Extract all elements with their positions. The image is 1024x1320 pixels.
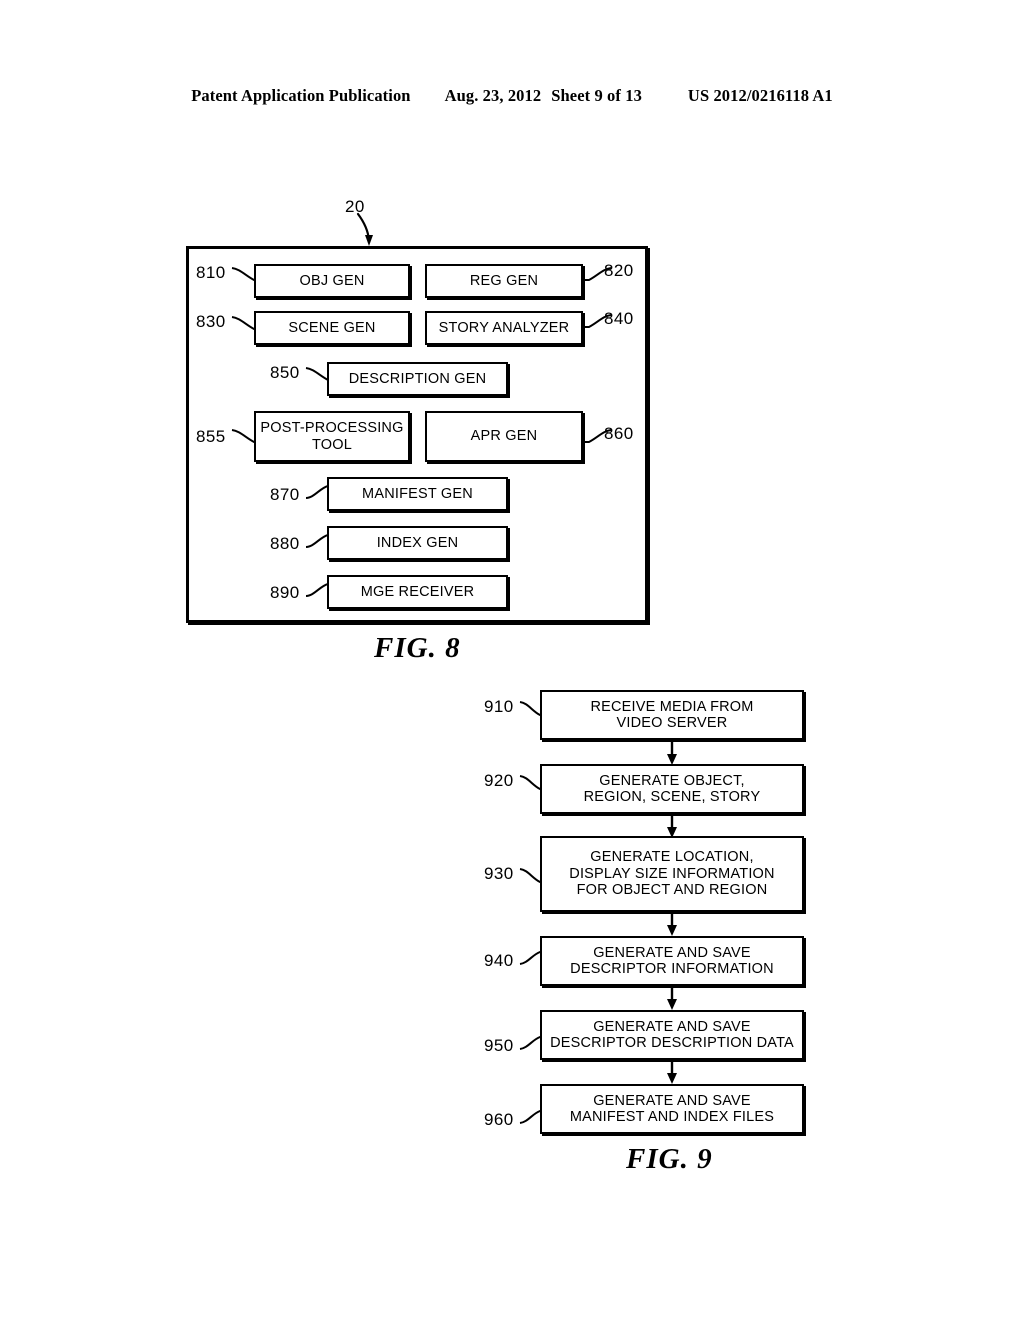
node-step-910-label: RECEIVE MEDIA FROM VIDEO SERVER [590,699,753,732]
figure-9: 910 RECEIVE MEDIA FROM VIDEO SERVER 920 … [0,0,1024,1320]
node-step-950-line1: GENERATE AND SAVE [593,1018,751,1035]
node-step-960-label: GENERATE AND SAVE MANIFEST AND INDEX FIL… [570,1093,774,1126]
ref-920: 920 [484,771,514,790]
node-step-960[interactable]: GENERATE AND SAVE MANIFEST AND INDEX FIL… [540,1084,804,1134]
arrow-920-to-930 [665,814,679,838]
node-step-950-line2: DESCRIPTOR DESCRIPTION DATA [550,1035,794,1051]
ref-930: 930 [484,864,514,883]
node-step-920-label: GENERATE OBJECT, REGION, SCENE, STORY [584,773,761,806]
node-step-950-label: GENERATE AND SAVE DESCRIPTOR DESCRIPTION… [550,1019,794,1052]
node-step-910[interactable]: RECEIVE MEDIA FROM VIDEO SERVER [540,690,804,740]
ref-910: 910 [484,697,514,716]
node-step-960-line2: MANIFEST AND INDEX FILES [569,1109,775,1125]
arrow-930-to-940 [665,912,679,936]
figure-9-caption: FIG. 9 [626,1143,713,1175]
node-step-930-line1: GENERATE LOCATION, [590,849,754,866]
node-step-940-line1: GENERATE AND SAVE [593,944,751,961]
node-step-930-line3: FOR OBJECT AND REGION [576,882,768,899]
arrow-910-to-920 [665,740,679,765]
node-step-950[interactable]: GENERATE AND SAVE DESCRIPTOR DESCRIPTION… [540,1010,804,1060]
ref-960: 960 [484,1110,514,1129]
node-step-930-line2: DISPLAY SIZE INFORMATION [569,865,775,882]
node-step-930[interactable]: GENERATE LOCATION, DISPLAY SIZE INFORMAT… [540,836,804,912]
node-step-920[interactable]: GENERATE OBJECT, REGION, SCENE, STORY [540,764,804,814]
node-step-910-line2: VIDEO SERVER [616,715,728,731]
arrow-940-to-950 [665,986,679,1010]
node-step-920-line1: GENERATE OBJECT, [599,772,745,789]
ref-940: 940 [484,951,514,970]
node-step-960-line1: GENERATE AND SAVE [593,1092,751,1109]
ref-950: 950 [484,1036,514,1055]
arrow-950-to-960 [665,1060,679,1084]
node-step-920-line2: REGION, SCENE, STORY [583,789,761,805]
node-step-930-label: GENERATE LOCATION, DISPLAY SIZE INFORMAT… [569,849,774,899]
node-step-940-label: GENERATE AND SAVE DESCRIPTOR INFORMATION [570,945,774,978]
node-step-940-line2: DESCRIPTOR INFORMATION [570,961,774,977]
node-step-940[interactable]: GENERATE AND SAVE DESCRIPTOR INFORMATION [540,936,804,986]
node-step-910-line1: RECEIVE MEDIA FROM [590,698,754,715]
